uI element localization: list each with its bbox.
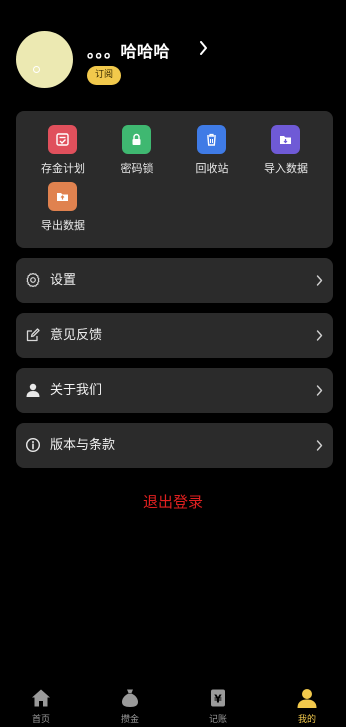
tab-label: 首页 [31,715,50,725]
profile-page: 。。。哈哈哈 订阅 存金计划 密码锁 回收站 导入数据 导出数据 设置 意见反馈… [0,0,346,727]
edit-feedback-icon [26,328,40,342]
menu-label: 关于我们 [50,383,103,398]
feature-import-data[interactable]: 导入数据 [246,125,326,181]
logout-button[interactable]: 退出登录 [0,490,346,514]
username[interactable]: 。。。哈哈哈 [87,38,170,62]
money-bag-icon [122,689,138,707]
chevron-right-icon [316,440,323,451]
profile-header[interactable]: 。。。哈哈哈 订阅 [16,31,330,91]
menu-label: 设置 [50,273,77,288]
lock-icon [122,125,151,154]
subscribe-badge[interactable]: 订阅 [87,66,122,85]
info-icon [25,437,41,453]
feature-label: 回收站 [195,162,229,175]
menu-label: 版本与条款 [50,438,116,453]
menu-label: 意见反馈 [50,328,103,343]
tab-label: 记账 [208,715,227,725]
avatar-dot [33,66,40,73]
feature-password-lock[interactable]: 密码锁 [97,125,177,181]
gear-icon [26,272,40,288]
menu-item-version-terms[interactable]: 版本与条款 [16,423,333,468]
tab-savings[interactable]: 攒金 [100,682,160,727]
tab-home[interactable]: 首页 [11,682,71,727]
chevron-right-icon[interactable] [199,41,208,55]
chevron-right-icon [316,330,323,341]
bottom-tab-bar: 首页 攒金 ¥ 记账 我的 [0,682,346,727]
menu-item-about-us[interactable]: 关于我们 [16,368,333,413]
folder-import-icon [271,125,300,154]
tab-label: 攒金 [120,715,139,725]
feature-export-data[interactable]: 导出数据 [23,182,103,238]
menu-item-settings[interactable]: 设置 [16,258,333,303]
avatar[interactable] [16,31,73,88]
user-icon [297,689,317,708]
menu-item-feedback[interactable]: 意见反馈 [16,313,333,358]
home-icon [32,689,50,707]
feature-label: 导出数据 [41,219,85,232]
tab-bookkeeping[interactable]: ¥ 记账 [188,682,248,727]
chevron-right-icon [316,385,323,396]
feature-label: 密码锁 [120,162,154,175]
feature-label: 存金计划 [41,162,85,175]
feature-label: 导入数据 [264,162,308,175]
trash-icon [197,125,226,154]
feature-savings-plan[interactable]: 存金计划 [23,125,103,181]
savings-plan-icon [48,125,77,154]
tab-me[interactable]: 我的 [277,682,337,727]
feature-grid: 存金计划 密码锁 回收站 导入数据 导出数据 [16,111,333,248]
ledger-icon: ¥ [211,689,225,707]
folder-export-icon [48,182,77,211]
tab-label: 我的 [297,715,316,725]
chevron-right-icon [316,275,323,286]
feature-recycle-bin[interactable]: 回收站 [172,125,252,181]
person-icon [26,383,40,397]
svg-text:¥: ¥ [214,693,222,706]
